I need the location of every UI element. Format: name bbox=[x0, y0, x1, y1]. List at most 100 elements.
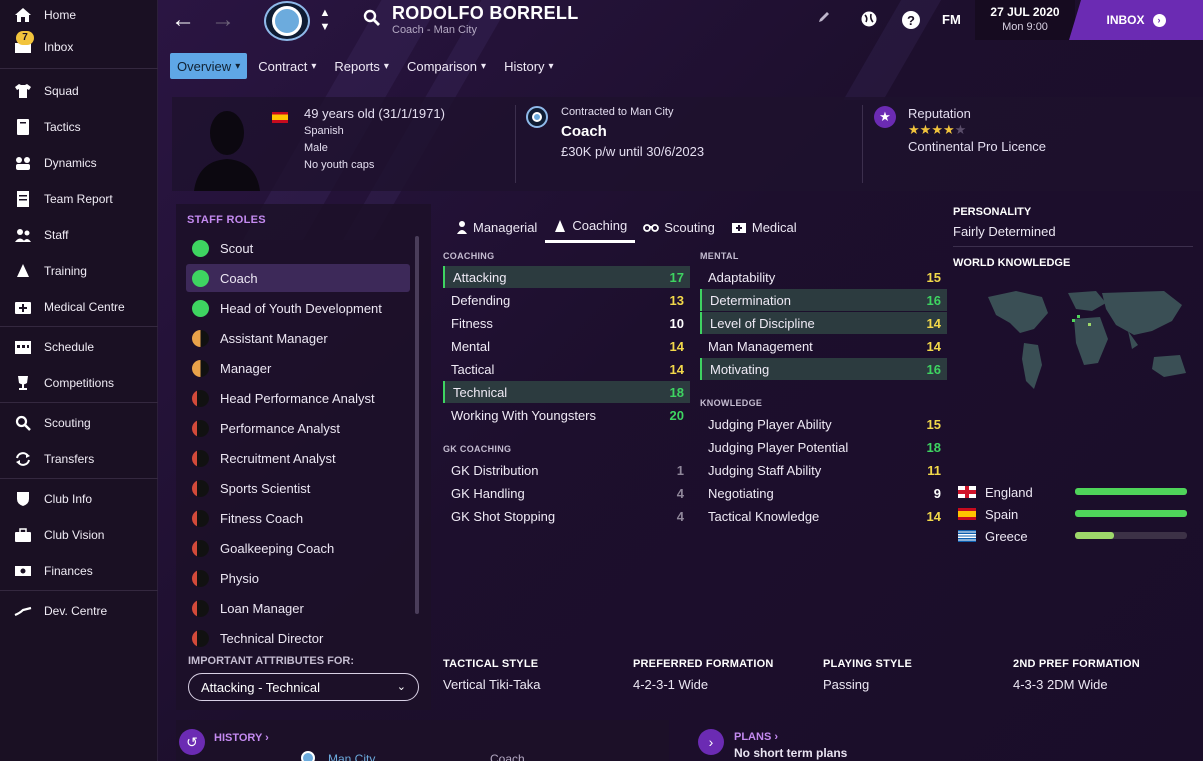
tab-medical[interactable]: Medical bbox=[723, 211, 805, 243]
suitability-dot-icon bbox=[192, 539, 209, 557]
tab-managerial[interactable]: Managerial bbox=[448, 211, 545, 243]
tab-scouting[interactable]: Scouting bbox=[635, 211, 723, 243]
tab-contract[interactable]: Contract ▾ bbox=[251, 53, 323, 79]
nav-transfers[interactable]: Transfers bbox=[0, 444, 158, 474]
role-item[interactable]: Scout bbox=[186, 234, 410, 262]
role-item[interactable]: Assistant Manager bbox=[186, 324, 410, 352]
attribute-row[interactable]: Determination 16 bbox=[700, 289, 947, 311]
attribute-row[interactable]: Defending 13 bbox=[443, 289, 690, 311]
fm-menu-logo[interactable]: FM bbox=[942, 12, 961, 27]
history-title-link[interactable]: HISTORY › bbox=[214, 732, 269, 744]
history-club[interactable]: Man City bbox=[328, 752, 375, 761]
plans-title-link[interactable]: PLANS › bbox=[734, 731, 778, 743]
search-icon[interactable] bbox=[363, 9, 381, 32]
attribute-row[interactable]: Tactical 14 bbox=[443, 358, 690, 380]
tab-comparison[interactable]: Comparison ▾ bbox=[400, 53, 493, 79]
attribute-row[interactable]: Negotiating 9 bbox=[700, 482, 947, 504]
tab-history[interactable]: History ▾ bbox=[497, 53, 560, 79]
attribute-row[interactable]: GK Handling 4 bbox=[443, 482, 690, 504]
tab-label: Contract bbox=[258, 58, 308, 74]
history-role: Coach bbox=[490, 752, 525, 761]
role-label: Manager bbox=[220, 360, 272, 376]
nav-tactics[interactable]: Tactics bbox=[0, 112, 158, 142]
attribute-row[interactable]: Attacking 17 bbox=[443, 266, 690, 288]
gk-coaching-section-title: GK COACHING bbox=[443, 444, 512, 454]
history-refresh-icon[interactable]: ↺ bbox=[179, 729, 205, 755]
attribute-row[interactable]: Man Management 14 bbox=[700, 335, 947, 357]
nav-club-vision[interactable]: Club Vision bbox=[0, 520, 158, 550]
attribute-name: Motivating bbox=[710, 361, 770, 377]
attribute-row[interactable]: Judging Staff Ability 11 bbox=[700, 459, 947, 481]
important-attributes-select[interactable]: Attacking - Technical ⌄ bbox=[188, 673, 419, 701]
roles-scrollbar[interactable] bbox=[415, 236, 419, 614]
back-arrow-icon[interactable]: ← bbox=[168, 7, 198, 33]
attribute-row[interactable]: Judging Player Ability 15 bbox=[700, 413, 947, 435]
attribute-row[interactable]: Working With Youngsters 20 bbox=[443, 404, 690, 426]
attribute-row[interactable]: Mental 14 bbox=[443, 335, 690, 357]
role-item[interactable]: Physio bbox=[186, 564, 410, 592]
role-item[interactable]: Performance Analyst bbox=[186, 414, 410, 442]
role-item[interactable]: Goalkeeping Coach bbox=[186, 534, 410, 562]
role-item[interactable]: Fitness Coach bbox=[186, 504, 410, 532]
role-item[interactable]: Head Performance Analyst bbox=[186, 384, 410, 412]
attribute-row[interactable]: Fitness 10 bbox=[443, 312, 690, 334]
role-item[interactable]: Technical Director bbox=[186, 624, 410, 652]
tactics-board-icon bbox=[12, 118, 34, 136]
attribute-row[interactable]: Motivating 16 bbox=[700, 358, 947, 380]
attribute-row[interactable]: Judging Player Potential 18 bbox=[700, 436, 947, 458]
attribute-row[interactable]: Tactical Knowledge 14 bbox=[700, 505, 947, 527]
attribute-row[interactable]: Technical 18 bbox=[443, 381, 690, 403]
attribute-name: Working With Youngsters bbox=[451, 407, 596, 423]
plans-chevron-icon[interactable]: › bbox=[698, 729, 724, 755]
nav-competitions[interactable]: Competitions bbox=[0, 368, 158, 398]
role-item[interactable]: Manager bbox=[186, 354, 410, 382]
globe-icon[interactable] bbox=[858, 10, 880, 33]
date-box[interactable]: 27 JUL 2020 Mon 9:00 bbox=[975, 0, 1075, 40]
nav-label: Team Report bbox=[44, 192, 113, 206]
nav-training[interactable]: Training bbox=[0, 256, 158, 286]
attribute-row[interactable]: GK Shot Stopping 4 bbox=[443, 505, 690, 527]
plans-title: PLANS bbox=[734, 731, 772, 743]
nav-dynamics[interactable]: Dynamics bbox=[0, 148, 158, 178]
crest-switch-chevrons-icon[interactable]: ▲ ▼ bbox=[318, 6, 332, 34]
attribute-row[interactable]: GK Distribution 1 bbox=[443, 459, 690, 481]
attribute-value: 15 bbox=[926, 269, 941, 285]
nav-scouting[interactable]: Scouting bbox=[0, 408, 158, 438]
nav-squad[interactable]: Squad bbox=[0, 76, 158, 106]
attribute-value: 1 bbox=[676, 462, 684, 478]
nav-club-info[interactable]: Club Info bbox=[0, 484, 158, 514]
attribute-row[interactable]: Level of Discipline 14 bbox=[700, 312, 947, 334]
help-icon[interactable]: ? bbox=[900, 10, 922, 35]
edit-pencil-icon[interactable] bbox=[813, 10, 835, 29]
nav-label: Club Info bbox=[44, 492, 93, 506]
forward-arrow-icon[interactable]: → bbox=[208, 7, 238, 33]
briefcase-icon bbox=[12, 526, 34, 544]
nav-medical-centre[interactable]: Medical Centre bbox=[0, 292, 158, 322]
nav-home[interactable]: Home bbox=[0, 0, 158, 30]
nav-team-report[interactable]: Team Report bbox=[0, 184, 158, 214]
tab-label: Coaching bbox=[572, 218, 628, 233]
role-item[interactable]: Head of Youth Development bbox=[186, 294, 410, 322]
managerial-icon bbox=[457, 221, 467, 234]
attribute-name: Mental bbox=[451, 338, 491, 354]
star-icon: ★ bbox=[931, 122, 943, 137]
role-label: Scout bbox=[220, 240, 254, 256]
staff-roles-title: STAFF ROLES bbox=[187, 214, 266, 226]
tab-overview[interactable]: Overview ▾ bbox=[170, 53, 248, 79]
club-crest[interactable] bbox=[264, 1, 310, 41]
nav-staff[interactable]: Staff bbox=[0, 220, 158, 250]
nav-schedule[interactable]: Schedule bbox=[0, 332, 158, 362]
suitability-dot-icon bbox=[192, 479, 209, 497]
role-item[interactable]: Sports Scientist bbox=[186, 474, 410, 502]
role-item[interactable]: Coach bbox=[186, 264, 410, 292]
tab-coaching[interactable]: Coaching bbox=[545, 211, 636, 243]
attribute-row[interactable]: Adaptability 15 bbox=[700, 266, 947, 288]
nav-dev-centre[interactable]: Dev. Centre bbox=[0, 596, 158, 626]
role-item[interactable]: Loan Manager bbox=[186, 594, 410, 622]
role-item[interactable]: Recruitment Analyst bbox=[186, 444, 410, 472]
star-icon: ★ bbox=[919, 122, 932, 137]
tab-reports[interactable]: Reports ▾ bbox=[327, 53, 396, 79]
role-label: Loan Manager bbox=[220, 600, 304, 616]
nav-finances[interactable]: Finances bbox=[0, 556, 158, 586]
inbox-continue-button[interactable]: INBOX › bbox=[1069, 0, 1203, 40]
